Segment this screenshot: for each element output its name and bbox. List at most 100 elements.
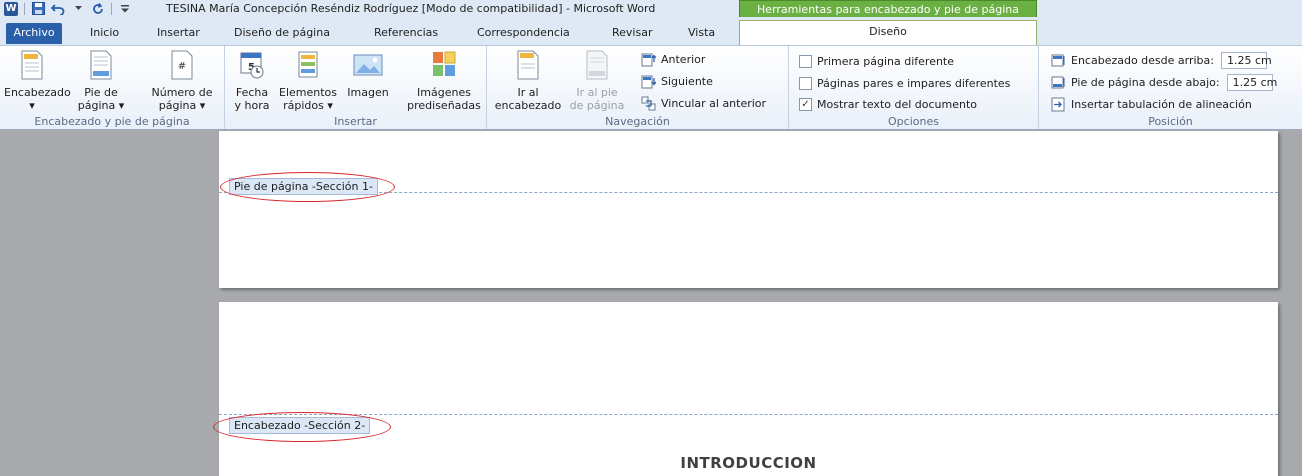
imagenes-prediseñadas-button[interactable]: Imágenes prediseñadas — [405, 50, 483, 112]
tab-correspondencia[interactable]: Correspondencia — [473, 23, 574, 45]
primera-pagina-checkbox[interactable]: Primera página diferente — [799, 52, 954, 70]
anterior-label: Anterior — [661, 52, 706, 66]
encabezado-label-2: ▾ — [29, 99, 35, 112]
tab-revisar[interactable]: Revisar — [608, 23, 656, 45]
tab-insertar[interactable]: Insertar — [153, 23, 204, 45]
clip-art-icon — [433, 51, 456, 76]
encabezado-label-1: Encabezado — [4, 86, 71, 99]
ir-pie-label-1: Ir al pie — [576, 86, 618, 99]
numero-label-1: Número de — [151, 86, 213, 99]
redo-icon[interactable] — [91, 2, 105, 16]
elementos-label-1: Elementos — [279, 86, 338, 99]
tab-referencias[interactable]: Referencias — [370, 23, 442, 45]
quick-access-toolbar: W — [4, 1, 132, 16]
vincular-label: Vincular al anterior — [661, 96, 767, 110]
imagen-button[interactable]: Imagen — [343, 50, 393, 99]
group-label-header-footer: Encabezado y pie de página — [34, 115, 190, 128]
insertar-tabulacion-button[interactable]: Insertar tabulación de alineación — [1051, 95, 1252, 113]
go-to-header-icon — [517, 50, 539, 80]
tab-vista[interactable]: Vista — [684, 23, 719, 45]
calendar-clock-icon: 5 — [240, 52, 264, 79]
customize-qat-icon[interactable] — [118, 2, 132, 16]
go-to-footer-icon — [586, 50, 608, 80]
tabulacion-label: Insertar tabulación de alineación — [1071, 97, 1252, 111]
mostrar-label: Mostrar texto del documento — [817, 97, 978, 111]
group-navigation: Ir al encabezado Ir al pie de página Ant… — [487, 46, 789, 129]
mostrar-checkbox-box[interactable]: ✓ — [799, 97, 812, 111]
primera-checkbox-box[interactable] — [799, 54, 812, 68]
siguiente-button[interactable]: Siguiente — [641, 72, 713, 90]
svg-text:#: # — [178, 61, 186, 72]
enc-arriba-input[interactable]: 1.25 cm — [1221, 51, 1272, 69]
pie-abajo-label: Pie de página desde abajo: — [1071, 75, 1220, 89]
ribbon: Encabezado ▾ Pie de página ▾ # Número de… — [0, 45, 1302, 130]
numero-de-pagina-button[interactable]: # Número de página ▾ — [144, 50, 220, 112]
ir-enc-label-1: Ir al — [517, 86, 539, 99]
ir-al-encabezado-button[interactable]: Ir al encabezado — [493, 50, 563, 112]
alignment-tab-icon — [1051, 97, 1065, 111]
siguiente-label: Siguiente — [661, 74, 713, 88]
page-number-icon: # — [171, 50, 193, 80]
pie-desde-abajo: Pie de página desde abajo: 1.25 cm — [1051, 73, 1277, 91]
tab-inicio[interactable]: Inicio — [86, 23, 123, 45]
pie-de-pagina-button[interactable]: Pie de página ▾ — [72, 50, 130, 112]
header-page-icon — [21, 50, 43, 80]
enc-arriba-label: Encabezado desde arriba: — [1071, 53, 1214, 67]
group-label-navigation: Navegación — [605, 115, 670, 128]
ir-enc-label-2: encabezado — [494, 99, 562, 112]
group-label-options: Opciones — [888, 115, 939, 128]
elementos-rapidos-button[interactable]: Elementos rápidos ▾ — [279, 50, 337, 112]
tab-archivo[interactable]: Archivo — [6, 23, 62, 44]
anterior-button[interactable]: Anterior — [641, 50, 705, 68]
vincular-anterior-button[interactable]: Vincular al anterior — [641, 94, 766, 112]
word-logo-icon[interactable]: W — [4, 1, 18, 16]
window-title: TESINA María Concepción Reséndiz Rodrígu… — [166, 2, 656, 15]
header-boundary-line — [219, 414, 1278, 415]
imagenes-label-2: prediseñadas — [407, 99, 481, 112]
document-area[interactable]: Pie de página -Sección 1- Encabezado -Se… — [0, 131, 1302, 476]
tab-diseno-pagina[interactable]: Diseño de página — [230, 23, 334, 45]
group-position: Encabezado desde arriba: 1.25 cm Pie de … — [1039, 46, 1302, 129]
fecha-label-1: Fecha — [235, 86, 269, 99]
footer-bottom-icon — [1051, 76, 1065, 88]
group-label-insert: Insertar — [334, 115, 377, 128]
annotation-ellipse-header — [213, 412, 391, 442]
elementos-label-2: rápidos ▾ — [283, 99, 333, 112]
undo-icon[interactable] — [51, 2, 65, 16]
previous-section-icon — [641, 53, 656, 66]
footer-page-icon — [90, 50, 112, 80]
link-previous-icon — [641, 96, 656, 110]
ribbon-tabs: Archivo Inicio Insertar Diseño de página… — [0, 17, 1302, 47]
imagenes-label-1: Imágenes — [417, 86, 471, 99]
ir-pie-label-2: de página — [569, 99, 625, 112]
header-top-icon — [1051, 54, 1065, 66]
page-section-1[interactable]: Pie de página -Sección 1- — [219, 131, 1278, 288]
quick-parts-icon — [298, 51, 318, 78]
numero-label-2: página ▾ — [158, 99, 206, 112]
tab-diseno[interactable]: Diseño — [739, 20, 1037, 47]
document-heading[interactable]: INTRODUCCION — [219, 454, 1278, 472]
save-icon[interactable] — [31, 2, 45, 16]
qat-separator — [24, 2, 25, 15]
fecha-hora-button[interactable]: 5 Fecha y hora — [232, 50, 272, 112]
page-section-2[interactable]: Encabezado -Sección 2- INTRODUCCION — [213, 302, 1278, 476]
qat-separator — [111, 2, 112, 15]
group-insert: 5 Fecha y hora Elementos rápidos ▾ Image… — [225, 46, 487, 129]
pares-checkbox-box[interactable] — [799, 76, 812, 90]
group-header-footer: Encabezado ▾ Pie de página ▾ # Número de… — [0, 46, 225, 129]
pares-label: Páginas pares e impares diferentes — [817, 76, 1011, 90]
ir-al-pie-button[interactable]: Ir al pie de página — [565, 50, 629, 112]
annotation-ellipse-footer — [220, 172, 395, 202]
imagen-label-1: Imagen — [347, 86, 389, 99]
primera-label: Primera página diferente — [817, 54, 955, 68]
pares-impares-checkbox[interactable]: Páginas pares e impares diferentes — [799, 74, 1010, 92]
undo-dropdown-icon[interactable] — [71, 2, 85, 16]
group-label-position: Posición — [1148, 115, 1193, 128]
pie-abajo-input[interactable]: 1.25 cm — [1226, 73, 1277, 91]
encabezado-button[interactable]: Encabezado ▾ — [4, 50, 71, 112]
fecha-label-2: y hora — [234, 99, 270, 112]
mostrar-texto-checkbox[interactable]: ✓ Mostrar texto del documento — [799, 95, 977, 113]
pie-label-1: Pie de — [84, 86, 118, 99]
encabezado-desde-arriba: Encabezado desde arriba: 1.25 cm — [1051, 51, 1272, 69]
group-options: Primera página diferente Páginas pares e… — [789, 46, 1039, 129]
